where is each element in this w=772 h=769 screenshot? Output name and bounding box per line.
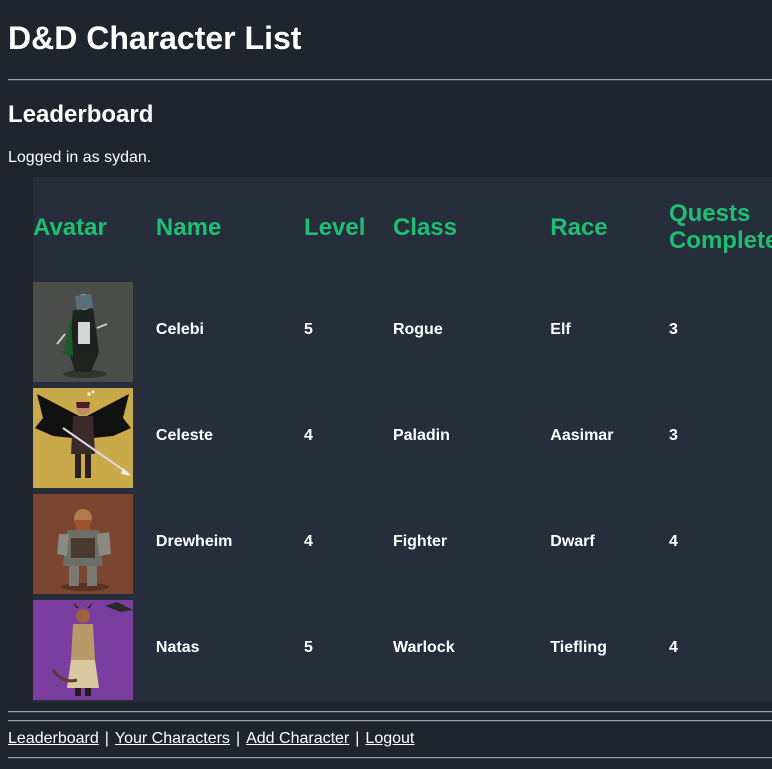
nav-separator: | xyxy=(104,730,109,747)
class-cell: Fighter xyxy=(392,533,448,550)
column-header-level: Level xyxy=(304,213,366,241)
table-row: Celeste 4 Paladin Aasimar 3 xyxy=(33,383,772,489)
column-header-class: Class xyxy=(392,213,457,241)
class-cell: Rogue xyxy=(392,321,443,338)
nav-link-your-characters[interactable]: Your Characters xyxy=(115,730,230,747)
table-row: Celebi 5 Rogue Elf 3 xyxy=(33,277,772,383)
horned-tiefling-warlock-portrait xyxy=(33,599,133,700)
nav-separator: | xyxy=(355,730,360,747)
race-cell: Dwarf xyxy=(550,533,595,550)
level-cell: 5 xyxy=(304,321,313,338)
footer-divider-top xyxy=(8,711,772,713)
footer-nav: Leaderboard | Your Characters | Add Characte… xyxy=(8,730,414,748)
section-title: Leaderboard xyxy=(8,101,154,128)
race-cell: Elf xyxy=(550,321,571,338)
avatar-cell xyxy=(33,489,156,595)
table-row: Natas 5 Warlock Tiefling 4 xyxy=(33,595,772,701)
quests-cell: 3 xyxy=(668,427,678,444)
level-cell: 5 xyxy=(304,639,313,656)
quests-cell: 4 xyxy=(668,533,678,550)
leaderboard-table: Avatar Name Level Class Race Quests Comp… xyxy=(33,177,772,701)
table-header-row: Avatar Name Level Class Race Quests Comp… xyxy=(33,177,772,277)
nav-link-add-character[interactable]: Add Character xyxy=(246,730,349,747)
level-cell: 4 xyxy=(304,427,313,444)
leaderboard-table-container: Avatar Name Level Class Race Quests Comp… xyxy=(33,177,772,702)
avatar-cell xyxy=(33,383,156,489)
avatar-cell xyxy=(33,595,156,701)
armored-dwarf-fighter-portrait xyxy=(33,493,133,594)
logged-in-status: Logged in as sydan. xyxy=(8,149,152,166)
column-header-name: Name xyxy=(155,213,222,241)
column-header-quests: Quests Completed xyxy=(668,200,772,254)
race-cell: Tiefling xyxy=(550,639,607,656)
class-cell: Warlock xyxy=(392,639,455,656)
quests-cell: 4 xyxy=(668,639,678,656)
class-cell: Paladin xyxy=(392,427,450,444)
page: D&D Character List Leaderboard Logged in… xyxy=(0,0,772,769)
race-cell: Aasimar xyxy=(550,427,614,444)
table-row: Drewheim 4 Fighter Dwarf 4 xyxy=(33,489,772,595)
nav-separator: | xyxy=(235,730,241,747)
winged-aasimar-paladin-portrait xyxy=(33,387,133,488)
divider xyxy=(8,79,772,81)
footer-divider xyxy=(8,720,772,722)
column-header-avatar: Avatar xyxy=(33,213,107,241)
name-cell: Drewheim xyxy=(155,533,233,550)
name-cell: Celebi xyxy=(155,321,204,338)
column-header-race: Race xyxy=(550,213,608,241)
nav-link-leaderboard[interactable]: Leaderboard xyxy=(8,730,99,747)
avatar-cell xyxy=(33,277,156,383)
level-cell: 4 xyxy=(304,533,313,550)
name-cell: Celeste xyxy=(155,427,213,444)
name-cell: Natas xyxy=(155,639,200,656)
footer-divider-bottom xyxy=(8,757,772,759)
quests-cell: 3 xyxy=(668,321,678,338)
page-title: D&D Character List xyxy=(8,20,302,56)
nav-link-logout[interactable]: Logout xyxy=(365,730,414,747)
hooded-elf-rogue-portrait xyxy=(33,281,133,382)
